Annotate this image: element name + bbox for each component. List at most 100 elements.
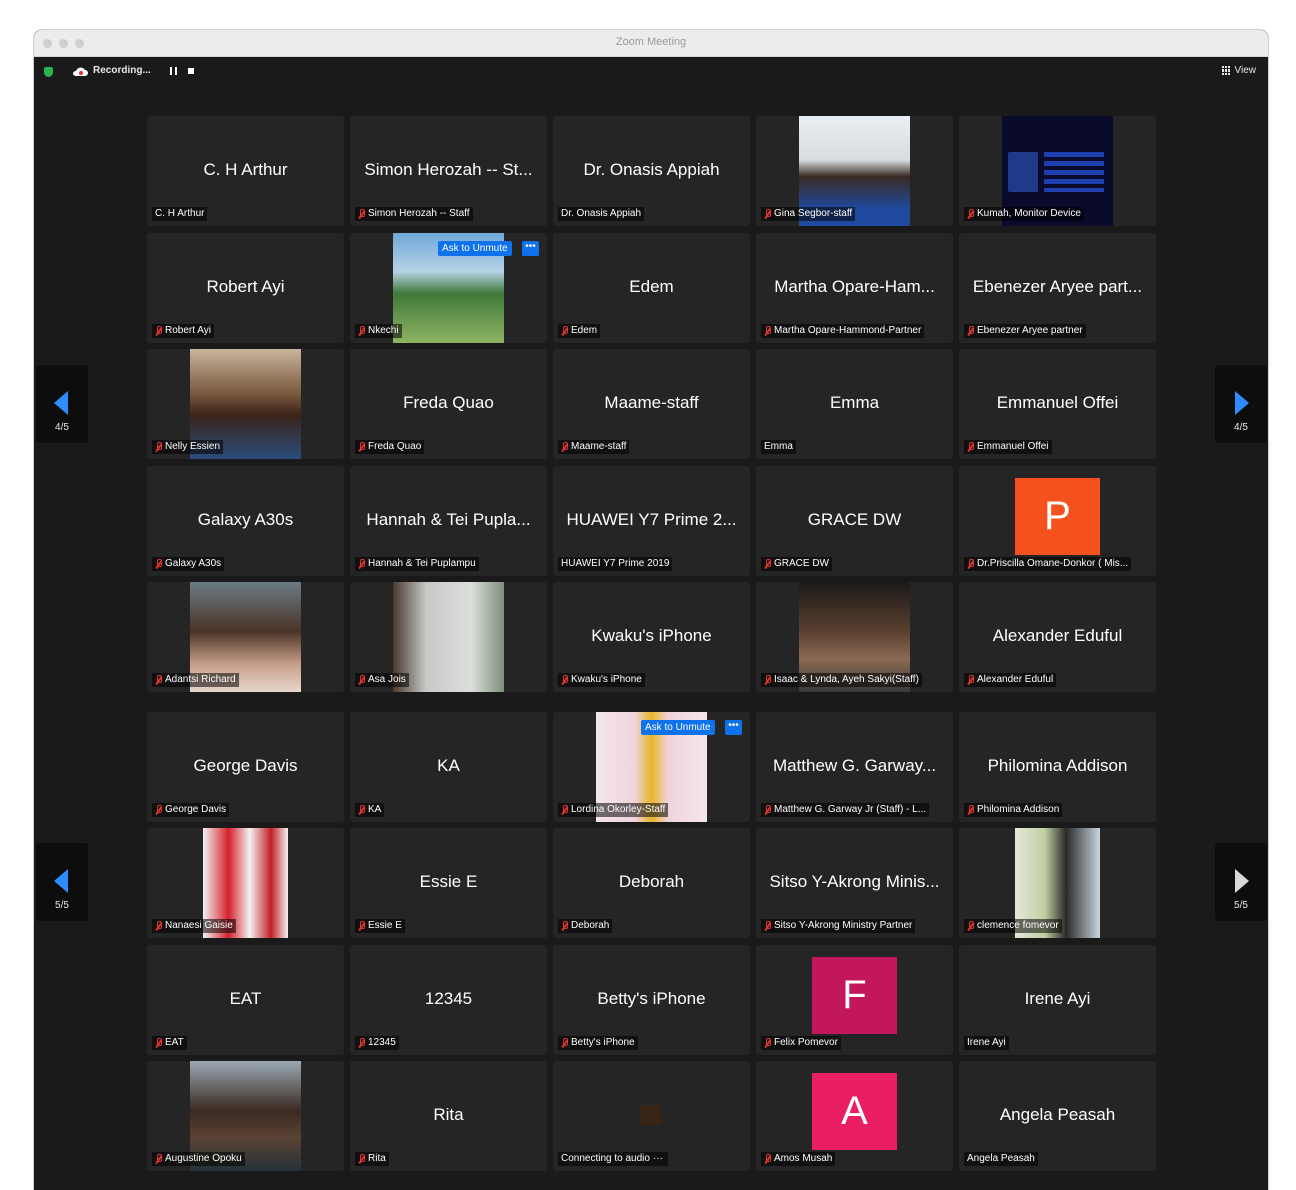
participant-tile[interactable]: Robert Ayi Robert Ayi [147, 233, 344, 343]
muted-mic-icon [967, 442, 974, 452]
participant-name: Alexander Eduful [977, 674, 1054, 685]
participant-tile[interactable]: KA KA [350, 712, 547, 822]
participant-tile[interactable]: clemence fomevor [959, 828, 1156, 938]
title-bar: Zoom Meeting [34, 30, 1268, 57]
participant-name: Angela Peasah [967, 1153, 1035, 1164]
participant-name-label: George Davis [152, 803, 230, 817]
chevron-right-icon [1235, 391, 1249, 415]
muted-mic-icon [358, 559, 365, 569]
pause-recording-icon[interactable] [170, 67, 177, 75]
participant-video [393, 582, 504, 692]
muted-mic-icon [155, 805, 162, 815]
participant-tile[interactable]: A Amos Musah [756, 1061, 953, 1171]
muted-mic-icon [967, 805, 974, 815]
muted-mic-icon [967, 675, 974, 685]
participant-display-name: Irene Ayi [1024, 989, 1091, 1008]
chevron-left-icon [54, 869, 68, 893]
stop-recording-icon[interactable] [188, 68, 194, 74]
participant-tile[interactable]: Alexander Eduful Alexander Eduful [959, 582, 1156, 692]
participant-name-label: Philomina Addison [964, 803, 1063, 817]
ask-to-unmute-button[interactable]: Ask to Unmute [641, 720, 715, 735]
page2-prev-button[interactable]: 5/5 [36, 843, 88, 921]
participant-name: Felix Pomevor [774, 1037, 838, 1048]
participant-tile[interactable]: Ask to Unmute ••• Nkechi [350, 233, 547, 343]
participant-name: Galaxy A30s [165, 558, 222, 569]
participant-name: Edem [571, 325, 598, 336]
participant-tile[interactable]: George Davis George Davis [147, 712, 344, 822]
participant-name-label: HUAWEI Y7 Prime 2019 [558, 557, 673, 571]
participant-name: Dr.Priscilla Omane-Donkor ( Mis... [977, 558, 1129, 569]
participant-tile[interactable]: Asa Jois [350, 582, 547, 692]
participant-tile[interactable]: Nelly Essien [147, 349, 344, 459]
page1-prev-button[interactable]: 4/5 [36, 365, 88, 443]
participant-tile[interactable]: Nanaesi Gaisie [147, 828, 344, 938]
participant-name-label: Dr. Onasis Appiah [558, 207, 645, 221]
loading-dots-icon: ··· [652, 1153, 663, 1164]
participant-tile[interactable]: Simon Herozah -- St... Simon Herozah -- S… [350, 116, 547, 226]
participant-name-label: Nkechi [355, 324, 402, 338]
participant-tile[interactable]: Ebenezer Aryee part... Ebenezer Aryee par… [959, 233, 1156, 343]
participant-name-label: Galaxy A30s [152, 557, 225, 571]
participant-tile[interactable]: 12345 12345 [350, 945, 547, 1055]
participant-display-name: Deborah [618, 872, 685, 891]
participant-tile[interactable]: GRACE DW GRACE DW [756, 466, 953, 576]
participant-tile[interactable]: Matthew G. Garway... Matthew G. Garway Jr… [756, 712, 953, 822]
participant-tile[interactable]: Isaac & Lynda, Ayeh Sakyi(Staff) [756, 582, 953, 692]
participant-tile[interactable]: HUAWEI Y7 Prime 2... HUAWEI Y7 Prime 2019 [553, 466, 750, 576]
participant-name: Sitso Y-Akrong Ministry Partner [774, 920, 913, 931]
participant-tile[interactable]: Connecting to audio ··· [553, 1061, 750, 1171]
participant-name-label: 12345 [355, 1036, 399, 1050]
participant-name-label: Asa Jois [355, 673, 409, 687]
participant-tile[interactable]: Angela Peasah Angela Peasah [959, 1061, 1156, 1171]
participant-tile[interactable]: P Dr.Priscilla Omane-Donkor ( Mis... [959, 466, 1156, 576]
participant-name: Irene Ayi [967, 1037, 1006, 1048]
ask-to-unmute-button[interactable]: Ask to Unmute [438, 241, 512, 256]
muted-mic-icon [764, 559, 771, 569]
participant-tile[interactable]: Gina Segbor-staff [756, 116, 953, 226]
participant-display-name: Betty's iPhone [597, 989, 706, 1008]
participant-tile[interactable]: Rita Rita [350, 1061, 547, 1171]
participant-name: George Davis [165, 804, 227, 815]
participant-tile[interactable]: Essie E Essie E [350, 828, 547, 938]
participant-tile[interactable]: C. H Arthur C. H Arthur [147, 116, 344, 226]
muted-mic-icon [764, 326, 771, 336]
participant-name-label: Robert Ayi [152, 324, 214, 338]
muted-mic-icon [155, 442, 162, 452]
participant-name-label: Irene Ayi [964, 1036, 1009, 1050]
more-options-button[interactable]: ••• [725, 720, 742, 735]
shield-icon[interactable] [44, 67, 53, 77]
participant-display-name: KA [437, 756, 460, 775]
muted-mic-icon [358, 921, 365, 931]
participant-tile[interactable]: Galaxy A30s Galaxy A30s [147, 466, 344, 576]
participant-tile[interactable]: Emmanuel Offei Emmanuel Offei [959, 349, 1156, 459]
participant-tile[interactable]: Philomina Addison Philomina Addison [959, 712, 1156, 822]
muted-mic-icon [155, 326, 162, 336]
participant-tile[interactable]: Dr. Onasis Appiah Dr. Onasis Appiah [553, 116, 750, 226]
participant-tile[interactable]: Adantsi Richard [147, 582, 344, 692]
participant-tile[interactable]: Irene Ayi Irene Ayi [959, 945, 1156, 1055]
page1-next-button[interactable]: 4/5 [1215, 365, 1267, 443]
participant-display-name: Emma [829, 393, 880, 412]
participant-tile[interactable]: Emma Emma [756, 349, 953, 459]
page2-next-button[interactable]: 5/5 [1215, 843, 1267, 921]
participant-tile[interactable]: Sitso Y-Akrong Minis... Sitso Y-Akrong Mi… [756, 828, 953, 938]
view-button[interactable]: View [1221, 65, 1256, 76]
participant-tile[interactable]: EAT EAT [147, 945, 344, 1055]
participant-tile[interactable]: Freda Quao Freda Quao [350, 349, 547, 459]
participant-tile[interactable]: Maame-staff Maame-staff [553, 349, 750, 459]
muted-mic-icon [358, 805, 365, 815]
participant-tile[interactable]: Edem Edem [553, 233, 750, 343]
participant-tile[interactable]: F Felix Pomevor [756, 945, 953, 1055]
participant-tile[interactable]: Ask to Unmute ••• Lordina Okorley-Staff [553, 712, 750, 822]
muted-mic-icon [967, 559, 974, 569]
more-options-button[interactable]: ••• [522, 241, 539, 256]
participant-tile[interactable]: Deborah Deborah [553, 828, 750, 938]
participant-name: Nanaesi Gaisie [165, 920, 233, 931]
participant-tile[interactable]: Augustine Opoku [147, 1061, 344, 1171]
avatar-initial: F [812, 957, 897, 1034]
participant-tile[interactable]: Betty's iPhone Betty's iPhone [553, 945, 750, 1055]
participant-tile[interactable]: Kumah, Monitor Device [959, 116, 1156, 226]
participant-tile[interactable]: Martha Opare-Ham... Martha Opare-Hammond-… [756, 233, 953, 343]
participant-tile[interactable]: Kwaku's iPhone Kwaku's iPhone [553, 582, 750, 692]
participant-tile[interactable]: Hannah & Tei Pupla... Hannah & Tei Puplam… [350, 466, 547, 576]
